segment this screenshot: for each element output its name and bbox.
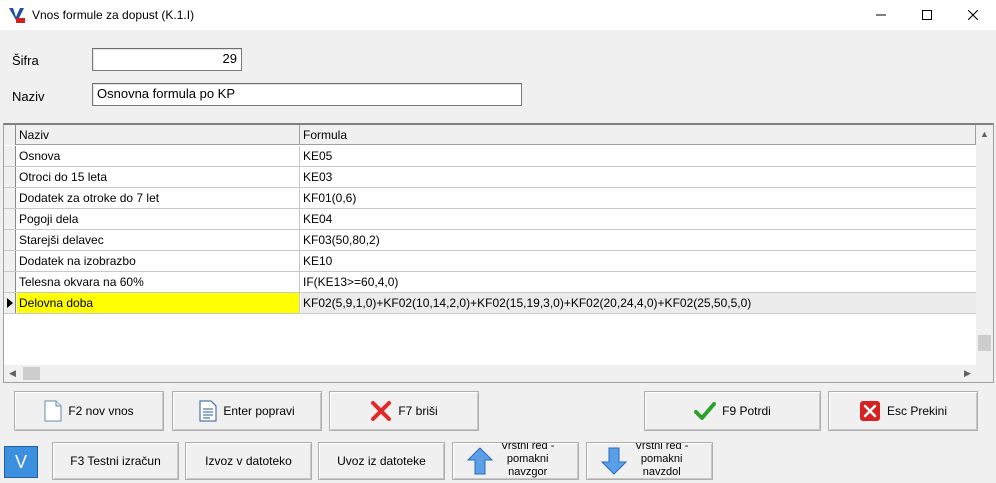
- close-button[interactable]: [950, 0, 996, 30]
- move-down-label-line3: navzdol: [642, 465, 681, 478]
- export-label: Izvoz v datoteko: [205, 454, 292, 468]
- table-row[interactable]: Osnova KE05: [4, 146, 976, 167]
- app-logo-label: V: [14, 451, 27, 472]
- edit-button[interactable]: Enter popravi: [172, 391, 322, 431]
- formula-grid[interactable]: Naziv Formula Osnova KE05 Otroci do 15 let…: [3, 123, 994, 383]
- scroll-right-icon[interactable]: ▶: [959, 365, 976, 382]
- scroll-up-icon[interactable]: ▲: [976, 125, 993, 142]
- sifra-label: Šifra: [12, 53, 39, 68]
- app-icon: [8, 6, 26, 24]
- table-row[interactable]: Dodatek za otroke do 7 let KF01(0,6): [4, 188, 976, 209]
- table-row[interactable]: Dodatek na izobrazbo KE10: [4, 251, 976, 272]
- cell-naziv[interactable]: Telesna okvara na 60%: [17, 272, 300, 292]
- green-check-icon: [694, 402, 717, 420]
- confirm-label: F9 Potrdi: [722, 404, 771, 418]
- edit-document-icon: [199, 400, 217, 422]
- cell-naziv[interactable]: Dodatek za otroke do 7 let: [17, 188, 300, 208]
- table-row[interactable]: Delovna doba KF02(5,9,1,0)+KF02(10,14,2,0…: [4, 293, 976, 314]
- cell-formula[interactable]: KE03: [301, 167, 976, 187]
- move-down-label-line2: pomakni: [640, 452, 683, 465]
- red-x-icon: [371, 401, 392, 421]
- table-row[interactable]: Telesna okvara na 60% IF(KE13>=60,4,0): [4, 272, 976, 293]
- naziv-input[interactable]: Osnovna formula po KP: [92, 83, 522, 106]
- cell-formula[interactable]: KE05: [301, 146, 976, 166]
- import-label: Uvoz iz datoteke: [337, 454, 426, 468]
- row-indicator[interactable]: [4, 272, 16, 292]
- move-up-label-line3: navzgor: [508, 465, 548, 478]
- cell-formula[interactable]: KE04: [301, 209, 976, 229]
- move-up-button[interactable]: Vrstni red - pomakni navzgor: [452, 442, 579, 480]
- move-up-label-line1: Vrstni red -: [501, 442, 555, 452]
- scroll-corner: [976, 365, 993, 382]
- move-down-label: Vrstni red - pomakni navzdol: [635, 442, 689, 479]
- delete-label: F7 briši: [398, 404, 438, 418]
- cell-naziv[interactable]: Dodatek na izobrazbo: [17, 251, 300, 271]
- import-button[interactable]: Uvoz iz datoteke: [318, 442, 445, 480]
- row-indicator[interactable]: [4, 167, 16, 187]
- row-indicator[interactable]: [4, 251, 16, 271]
- row-indicator[interactable]: [4, 188, 16, 208]
- minimize-button[interactable]: [858, 0, 904, 30]
- horizontal-scrollbar[interactable]: ◀ ▶: [4, 365, 976, 382]
- cancel-button[interactable]: Esc Prekini: [828, 391, 978, 431]
- cell-naziv[interactable]: Starejši delavec: [17, 230, 300, 250]
- window-title: Vnos formule za dopust (K.1.I): [32, 8, 195, 22]
- blue-down-arrow-icon: [601, 447, 627, 475]
- horizontal-scroll-thumb[interactable]: [23, 367, 40, 380]
- cell-formula[interactable]: IF(KE13>=60,4,0): [301, 272, 976, 292]
- export-button[interactable]: Izvoz v datoteko: [185, 442, 312, 480]
- minimize-icon: [876, 14, 886, 16]
- test-calculation-label: F3 Testni izračun: [70, 454, 161, 468]
- current-row-pointer-icon: [7, 298, 13, 308]
- red-cancel-icon: [859, 401, 880, 421]
- new-document-icon: [44, 400, 62, 422]
- table-row[interactable]: Otroci do 15 leta KE03: [4, 167, 976, 188]
- blue-up-arrow-icon: [467, 447, 493, 475]
- close-icon: [968, 10, 978, 20]
- move-down-label-line1: Vrstni red -: [635, 442, 689, 452]
- column-header-formula[interactable]: Formula: [301, 125, 976, 145]
- cell-naziv[interactable]: Otroci do 15 leta: [17, 167, 300, 187]
- move-up-label: Vrstni red - pomakni navzgor: [501, 442, 555, 479]
- grid-header-row: Naziv Formula: [4, 125, 976, 145]
- vertical-scroll-thumb[interactable]: [978, 335, 991, 351]
- cell-formula[interactable]: KF01(0,6): [301, 188, 976, 208]
- test-calculation-button[interactable]: F3 Testni izračun: [52, 442, 179, 480]
- row-indicator[interactable]: [4, 209, 16, 229]
- cell-naziv[interactable]: Pogoji dela: [17, 209, 300, 229]
- cell-formula[interactable]: KF03(50,80,2): [301, 230, 976, 250]
- edit-label: Enter popravi: [223, 404, 295, 418]
- title-bar: Vnos formule za dopust (K.1.I): [0, 0, 996, 30]
- table-row[interactable]: Starejši delavec KF03(50,80,2): [4, 230, 976, 251]
- new-entry-label: F2 nov vnos: [68, 404, 134, 418]
- new-entry-button[interactable]: F2 nov vnos: [14, 391, 164, 431]
- delete-button[interactable]: F7 briši: [329, 391, 479, 431]
- table-row[interactable]: Pogoji dela KE04: [4, 209, 976, 230]
- scroll-left-icon[interactable]: ◀: [4, 365, 21, 382]
- column-header-naziv[interactable]: Naziv: [17, 125, 300, 145]
- row-indicator[interactable]: [4, 230, 16, 250]
- row-indicator[interactable]: [4, 293, 16, 313]
- cancel-label: Esc Prekini: [886, 404, 948, 418]
- header-indicator: [4, 125, 16, 145]
- app-logo-button[interactable]: V: [4, 446, 38, 478]
- vertical-scrollbar[interactable]: ▲: [976, 125, 993, 365]
- cell-formula[interactable]: KE10: [301, 251, 976, 271]
- maximize-button[interactable]: [904, 0, 950, 30]
- cell-naziv[interactable]: Osnova: [17, 146, 300, 166]
- row-indicator[interactable]: [4, 146, 16, 166]
- move-down-button[interactable]: Vrstni red - pomakni navzdol: [586, 442, 713, 480]
- naziv-label: Naziv: [12, 89, 45, 104]
- cell-formula[interactable]: KF02(5,9,1,0)+KF02(10,14,2,0)+KF02(15,19…: [301, 293, 976, 313]
- cell-naziv[interactable]: Delovna doba: [17, 293, 300, 313]
- sifra-input[interactable]: 29: [92, 48, 242, 71]
- confirm-button[interactable]: F9 Potrdi: [644, 391, 821, 431]
- maximize-icon: [922, 10, 932, 20]
- move-up-label-line2: pomakni: [506, 452, 549, 465]
